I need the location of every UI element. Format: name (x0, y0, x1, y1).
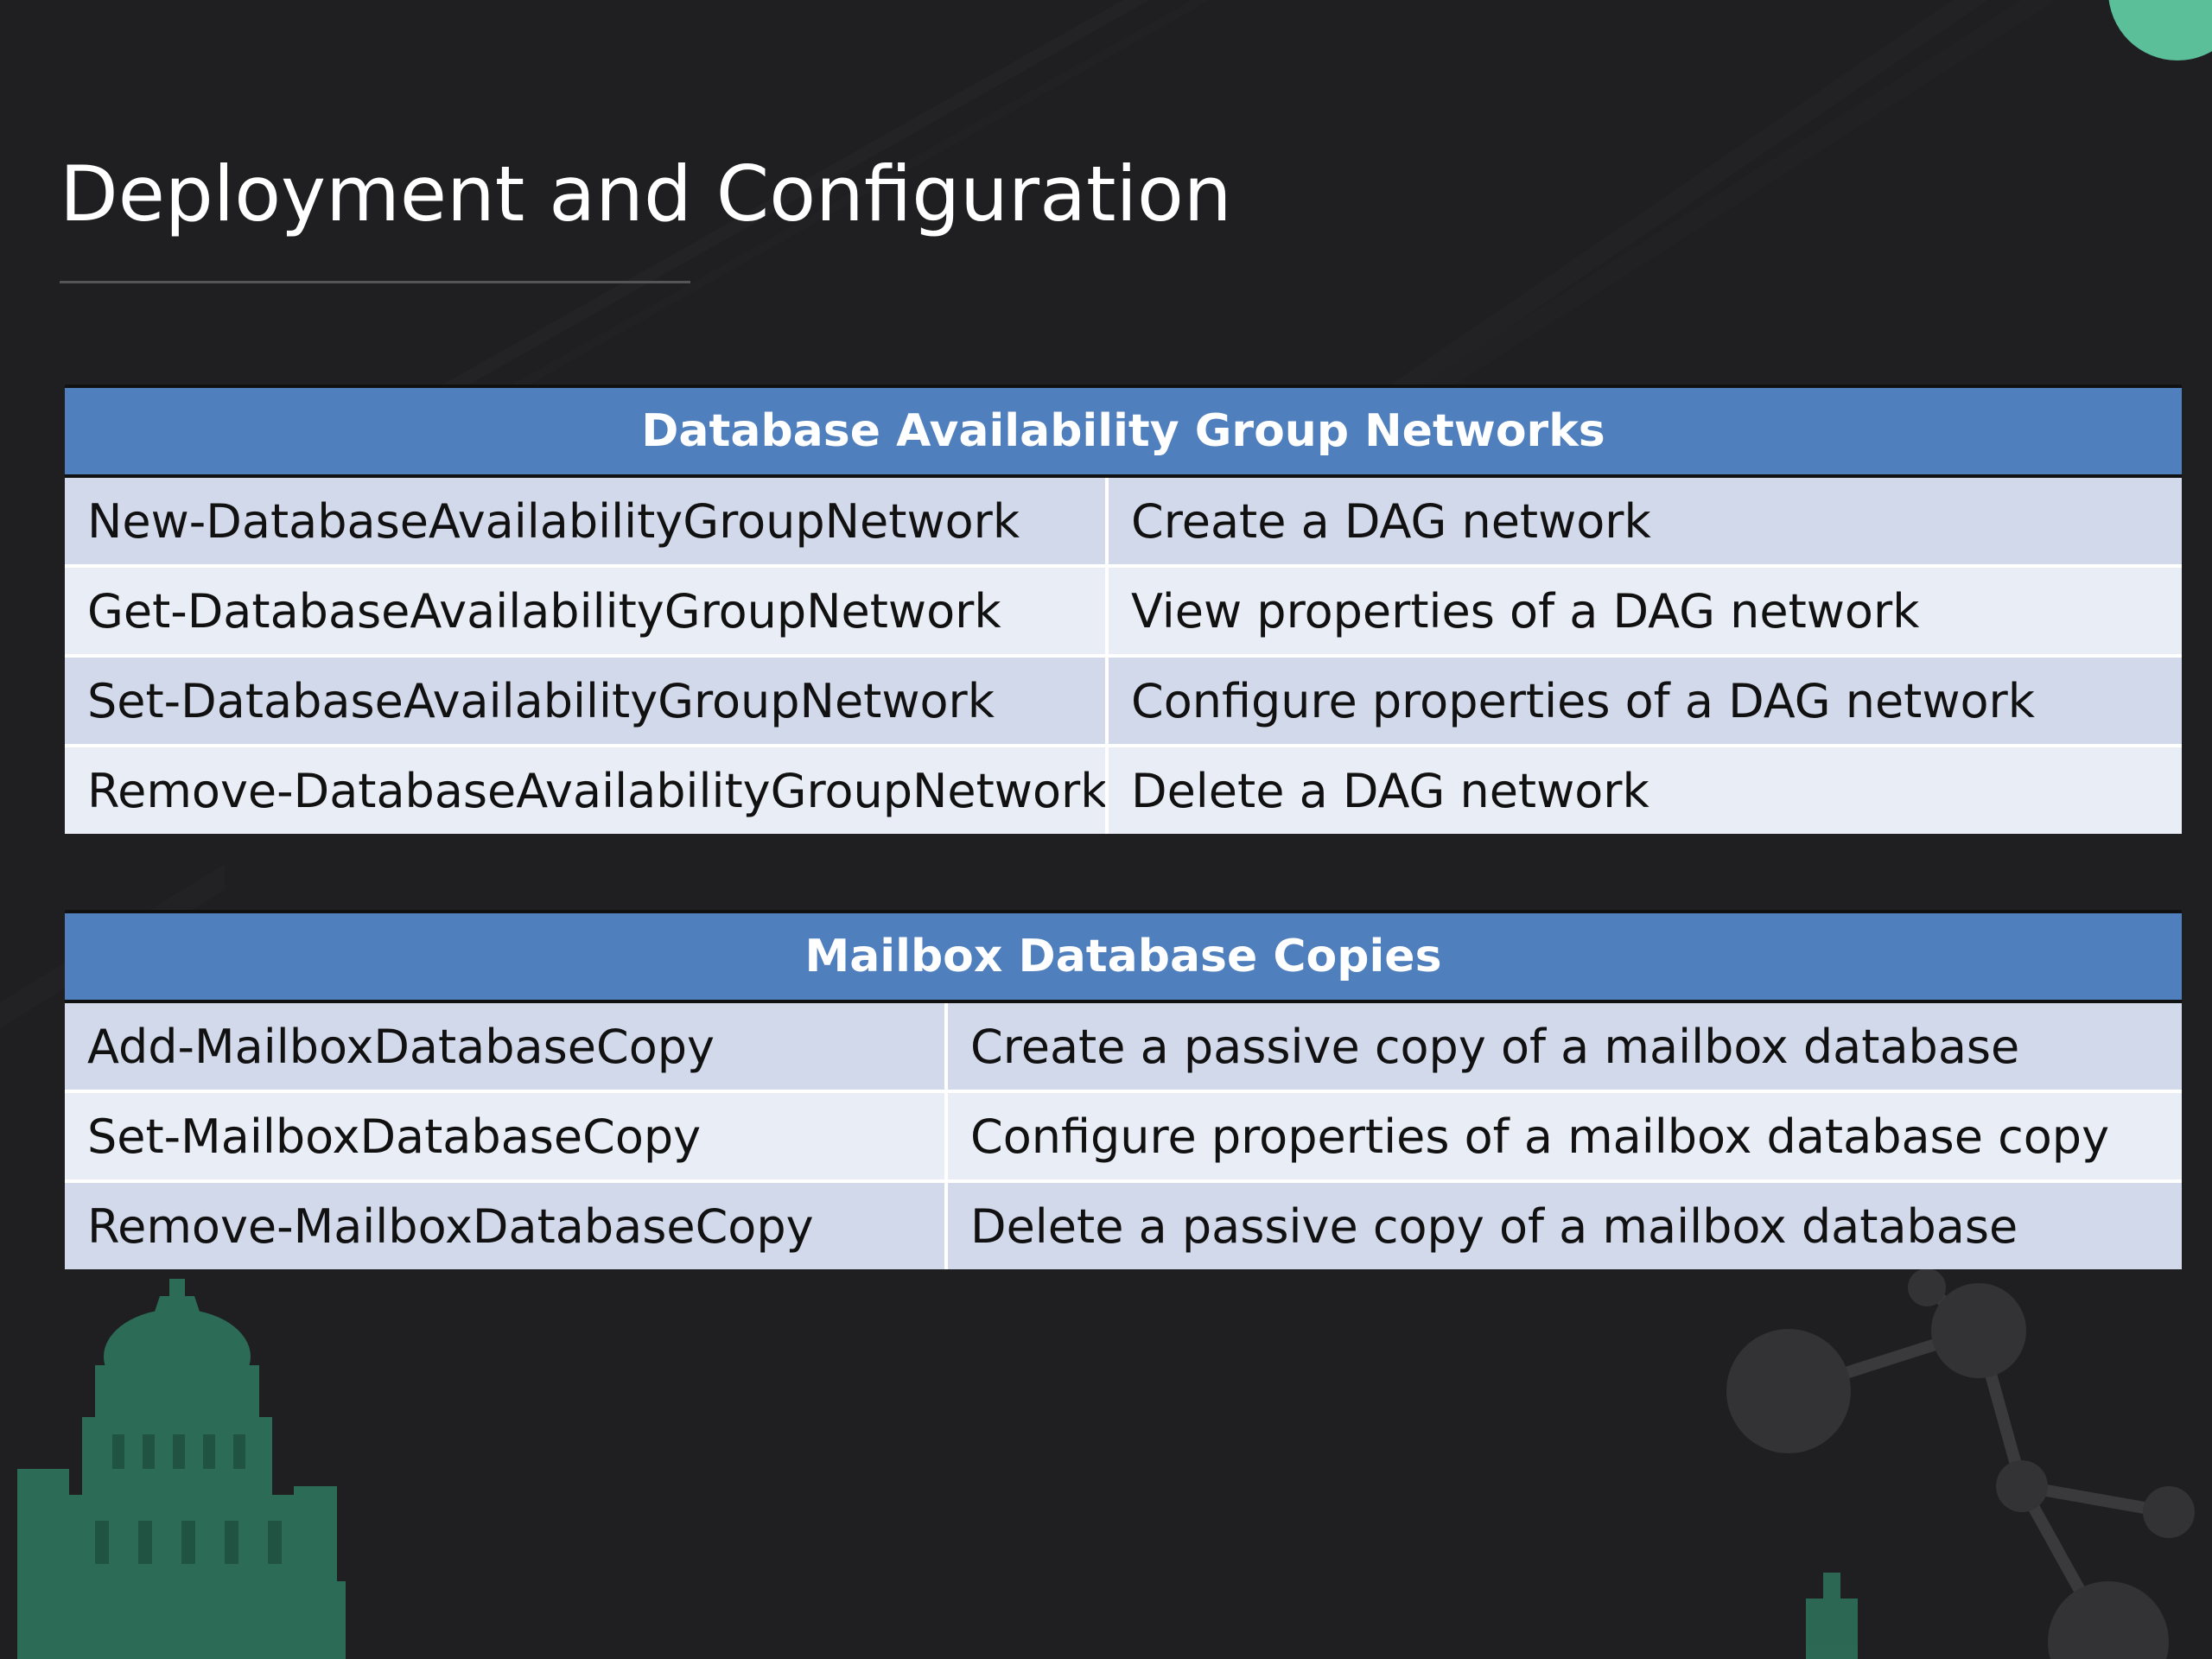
table-header: Database Availability Group Networks (65, 385, 2182, 478)
slide-title: Deployment and Configuration (60, 149, 1232, 238)
dag-networks-table: Database Availability Group Networks New… (65, 385, 2182, 834)
table-row: Remove-DatabaseAvailabilityGroupNetwork … (65, 746, 2182, 834)
green-circle-decor (2108, 0, 2212, 60)
cmdlet-cell: Set-MailboxDatabaseCopy (65, 1091, 948, 1183)
table-row: New-DatabaseAvailabilityGroupNetwork Cre… (65, 476, 2182, 568)
table-row: Get-DatabaseAvailabilityGroupNetwork Vie… (65, 566, 2182, 658)
cmdlet-cell: Get-DatabaseAvailabilityGroupNetwork (65, 566, 1109, 658)
description-cell: Configure properties of a mailbox databa… (946, 1091, 2182, 1183)
title-underline (60, 281, 690, 283)
description-cell: Configure properties of a DAG network (1107, 656, 2182, 747)
table-row: Set-DatabaseAvailabilityGroupNetwork Con… (65, 656, 2182, 747)
molecule-graphic (1726, 1268, 2195, 1659)
cmdlet-cell: Set-DatabaseAvailabilityGroupNetwork (65, 656, 1109, 747)
slide: Deployment and Configuration Database Av… (0, 0, 2212, 1659)
table-header-row: Database Availability Group Networks (65, 385, 2182, 478)
table-row: Set-MailboxDatabaseCopy Configure proper… (65, 1091, 2182, 1183)
description-cell: Create a DAG network (1107, 476, 2182, 568)
description-cell: Create a passive copy of a mailbox datab… (946, 1001, 2182, 1093)
cmdlet-cell: Add-MailboxDatabaseCopy (65, 1001, 948, 1093)
table-header: Mailbox Database Copies (65, 910, 2182, 1003)
cmdlet-cell: Remove-DatabaseAvailabilityGroupNetwork (65, 746, 1109, 834)
description-cell: Delete a passive copy of a mailbox datab… (946, 1181, 2182, 1269)
table-header-row: Mailbox Database Copies (65, 910, 2182, 1003)
description-cell: Delete a DAG network (1107, 746, 2182, 834)
description-cell: View properties of a DAG network (1107, 566, 2182, 658)
cmdlet-cell: Remove-MailboxDatabaseCopy (65, 1181, 948, 1269)
mailbox-database-copies-table: Mailbox Database Copies Add-MailboxDatab… (65, 910, 2182, 1269)
cmdlet-cell: New-DatabaseAvailabilityGroupNetwork (65, 476, 1109, 568)
table-row: Add-MailboxDatabaseCopy Create a passive… (65, 1001, 2182, 1093)
table-row: Remove-MailboxDatabaseCopy Delete a pass… (65, 1181, 2182, 1269)
